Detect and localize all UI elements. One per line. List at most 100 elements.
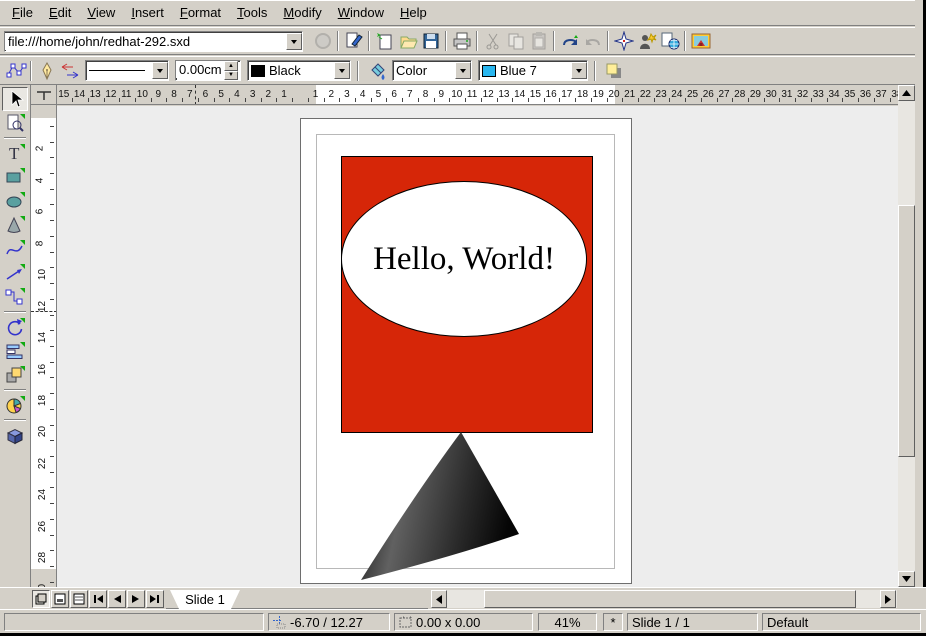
ellipse-icon[interactable] xyxy=(2,189,28,213)
horizontal-scroll-thumb[interactable] xyxy=(484,590,856,608)
open-icon[interactable] xyxy=(396,30,419,53)
menu-file[interactable]: File xyxy=(4,2,41,23)
undo-icon[interactable] xyxy=(558,30,581,53)
paste-icon xyxy=(527,30,550,53)
status-zoom-field[interactable]: 41% xyxy=(538,613,597,631)
fill-can-icon[interactable] xyxy=(365,59,388,82)
ruler-number: 2 xyxy=(266,89,272,100)
arrange-icon[interactable] xyxy=(2,363,28,387)
slide-tab[interactable]: Slide 1 xyxy=(170,590,240,609)
scroll-up-icon[interactable] xyxy=(898,85,915,101)
ruler-number: 1 xyxy=(281,89,287,100)
menu-modify[interactable]: Modify xyxy=(275,2,329,23)
scroll-down-icon[interactable] xyxy=(898,571,915,587)
arrow-ends-icon[interactable] xyxy=(58,59,81,82)
zoom-pan-icon[interactable] xyxy=(635,30,658,53)
app-window: FileEditViewInsertFormatToolsModifyWindo… xyxy=(0,0,926,636)
navigator-icon[interactable] xyxy=(612,30,635,53)
line-arrow-icon[interactable] xyxy=(2,261,28,285)
last-slide-icon[interactable] xyxy=(146,590,164,608)
ruler-number: 21 xyxy=(624,89,635,100)
vertical-scrollbar[interactable] xyxy=(898,85,915,587)
zoom-icon[interactable] xyxy=(2,111,28,135)
status-style-field[interactable]: Default xyxy=(762,613,921,631)
connector-icon[interactable] xyxy=(2,285,28,309)
alignment-icon[interactable] xyxy=(2,339,28,363)
url-input[interactable] xyxy=(5,33,286,50)
vertical-ruler[interactable]: 24681012141618202224262830 xyxy=(31,105,57,587)
spin-down-icon[interactable]: ▼ xyxy=(224,71,238,81)
curve-icon[interactable] xyxy=(2,237,28,261)
pen-icon[interactable] xyxy=(35,59,58,82)
spin-up-icon[interactable]: ▲ xyxy=(224,61,238,71)
status-info-field xyxy=(4,613,264,631)
ruler-number: 2 xyxy=(328,89,334,100)
url-combobox[interactable] xyxy=(4,31,303,52)
print-icon[interactable] xyxy=(450,30,473,53)
fill-color-select[interactable]: Blue 7 xyxy=(478,60,588,81)
line-color-select[interactable]: Black xyxy=(247,60,351,81)
hyperlink-icon[interactable] xyxy=(658,30,681,53)
tab-bar: Slide 1 xyxy=(0,587,926,609)
rectangle-icon[interactable] xyxy=(2,165,28,189)
redo-icon xyxy=(581,30,604,53)
effects-icon[interactable] xyxy=(2,423,28,447)
line-style-select[interactable] xyxy=(85,60,169,81)
drawing-canvas[interactable]: Hello, World! xyxy=(57,106,898,587)
menu-insert[interactable]: Insert xyxy=(123,2,172,23)
ruler-number: 12 xyxy=(105,89,116,100)
fill-color-dropdown-icon[interactable] xyxy=(571,62,587,79)
master-view-icon[interactable] xyxy=(51,590,69,608)
shadow-icon[interactable] xyxy=(602,59,625,82)
menu-view[interactable]: View xyxy=(79,2,123,23)
ruler-origin-icon[interactable] xyxy=(31,85,57,105)
objects-3d-icon[interactable] xyxy=(2,213,28,237)
ruler-number: 3 xyxy=(344,89,350,100)
menu-tools[interactable]: Tools xyxy=(229,2,275,23)
ruler-number: 18 xyxy=(37,395,48,406)
scroll-right-icon[interactable] xyxy=(880,590,896,608)
fill-type-dropdown-icon[interactable] xyxy=(455,62,471,79)
line-style-dropdown-icon[interactable] xyxy=(152,62,168,79)
new-document-icon[interactable] xyxy=(373,30,396,53)
fill-type-label: Color xyxy=(396,63,427,78)
hello-world-text[interactable]: Hello, World! xyxy=(373,241,555,278)
select-icon[interactable] xyxy=(2,87,28,111)
menu-help[interactable]: Help xyxy=(392,2,435,23)
fill-type-select[interactable]: Color xyxy=(392,60,472,81)
edit-file-icon[interactable] xyxy=(342,30,365,53)
rotate-icon[interactable] xyxy=(2,315,28,339)
insert-icon[interactable] xyxy=(2,393,28,417)
ruler-number: 7 xyxy=(187,89,193,100)
menu-edit[interactable]: Edit xyxy=(41,2,79,23)
gallery-icon[interactable] xyxy=(689,30,712,53)
line-width-spinner[interactable]: ▲ ▼ xyxy=(175,60,241,81)
line-style-preview xyxy=(89,70,145,71)
next-slide-icon[interactable] xyxy=(127,590,145,608)
layer-view-icon[interactable] xyxy=(32,590,50,608)
scroll-left-icon[interactable] xyxy=(431,590,447,608)
save-icon[interactable] xyxy=(419,30,442,53)
ruler-number: 28 xyxy=(37,552,48,563)
edit-points-icon[interactable] xyxy=(4,59,27,82)
ruler-number: 4 xyxy=(360,89,366,100)
menu-window[interactable]: Window xyxy=(330,2,392,23)
text-icon[interactable]: T xyxy=(2,141,28,165)
ruler-number: 8 xyxy=(171,89,177,100)
layer-tab-view-icon[interactable] xyxy=(70,590,88,608)
position-icon xyxy=(273,616,286,629)
ruler-number: 16 xyxy=(37,363,48,374)
horizontal-ruler[interactable]: 1514131211109876543211234567891011121314… xyxy=(57,85,898,105)
ellipse-shape[interactable]: Hello, World! xyxy=(341,181,587,337)
menu-format[interactable]: Format xyxy=(172,2,229,23)
ruler-number: 24 xyxy=(37,489,48,500)
url-dropdown-icon[interactable] xyxy=(286,33,302,50)
line-color-dropdown-icon[interactable] xyxy=(334,62,350,79)
line-width-input[interactable] xyxy=(176,61,224,78)
vertical-scroll-thumb[interactable] xyxy=(898,205,915,457)
cone-3d-shape[interactable] xyxy=(355,424,527,586)
first-slide-icon[interactable] xyxy=(89,590,107,608)
previous-slide-icon[interactable] xyxy=(108,590,126,608)
ruler-number: 3 xyxy=(250,89,256,100)
horizontal-scrollbar[interactable] xyxy=(431,590,897,608)
